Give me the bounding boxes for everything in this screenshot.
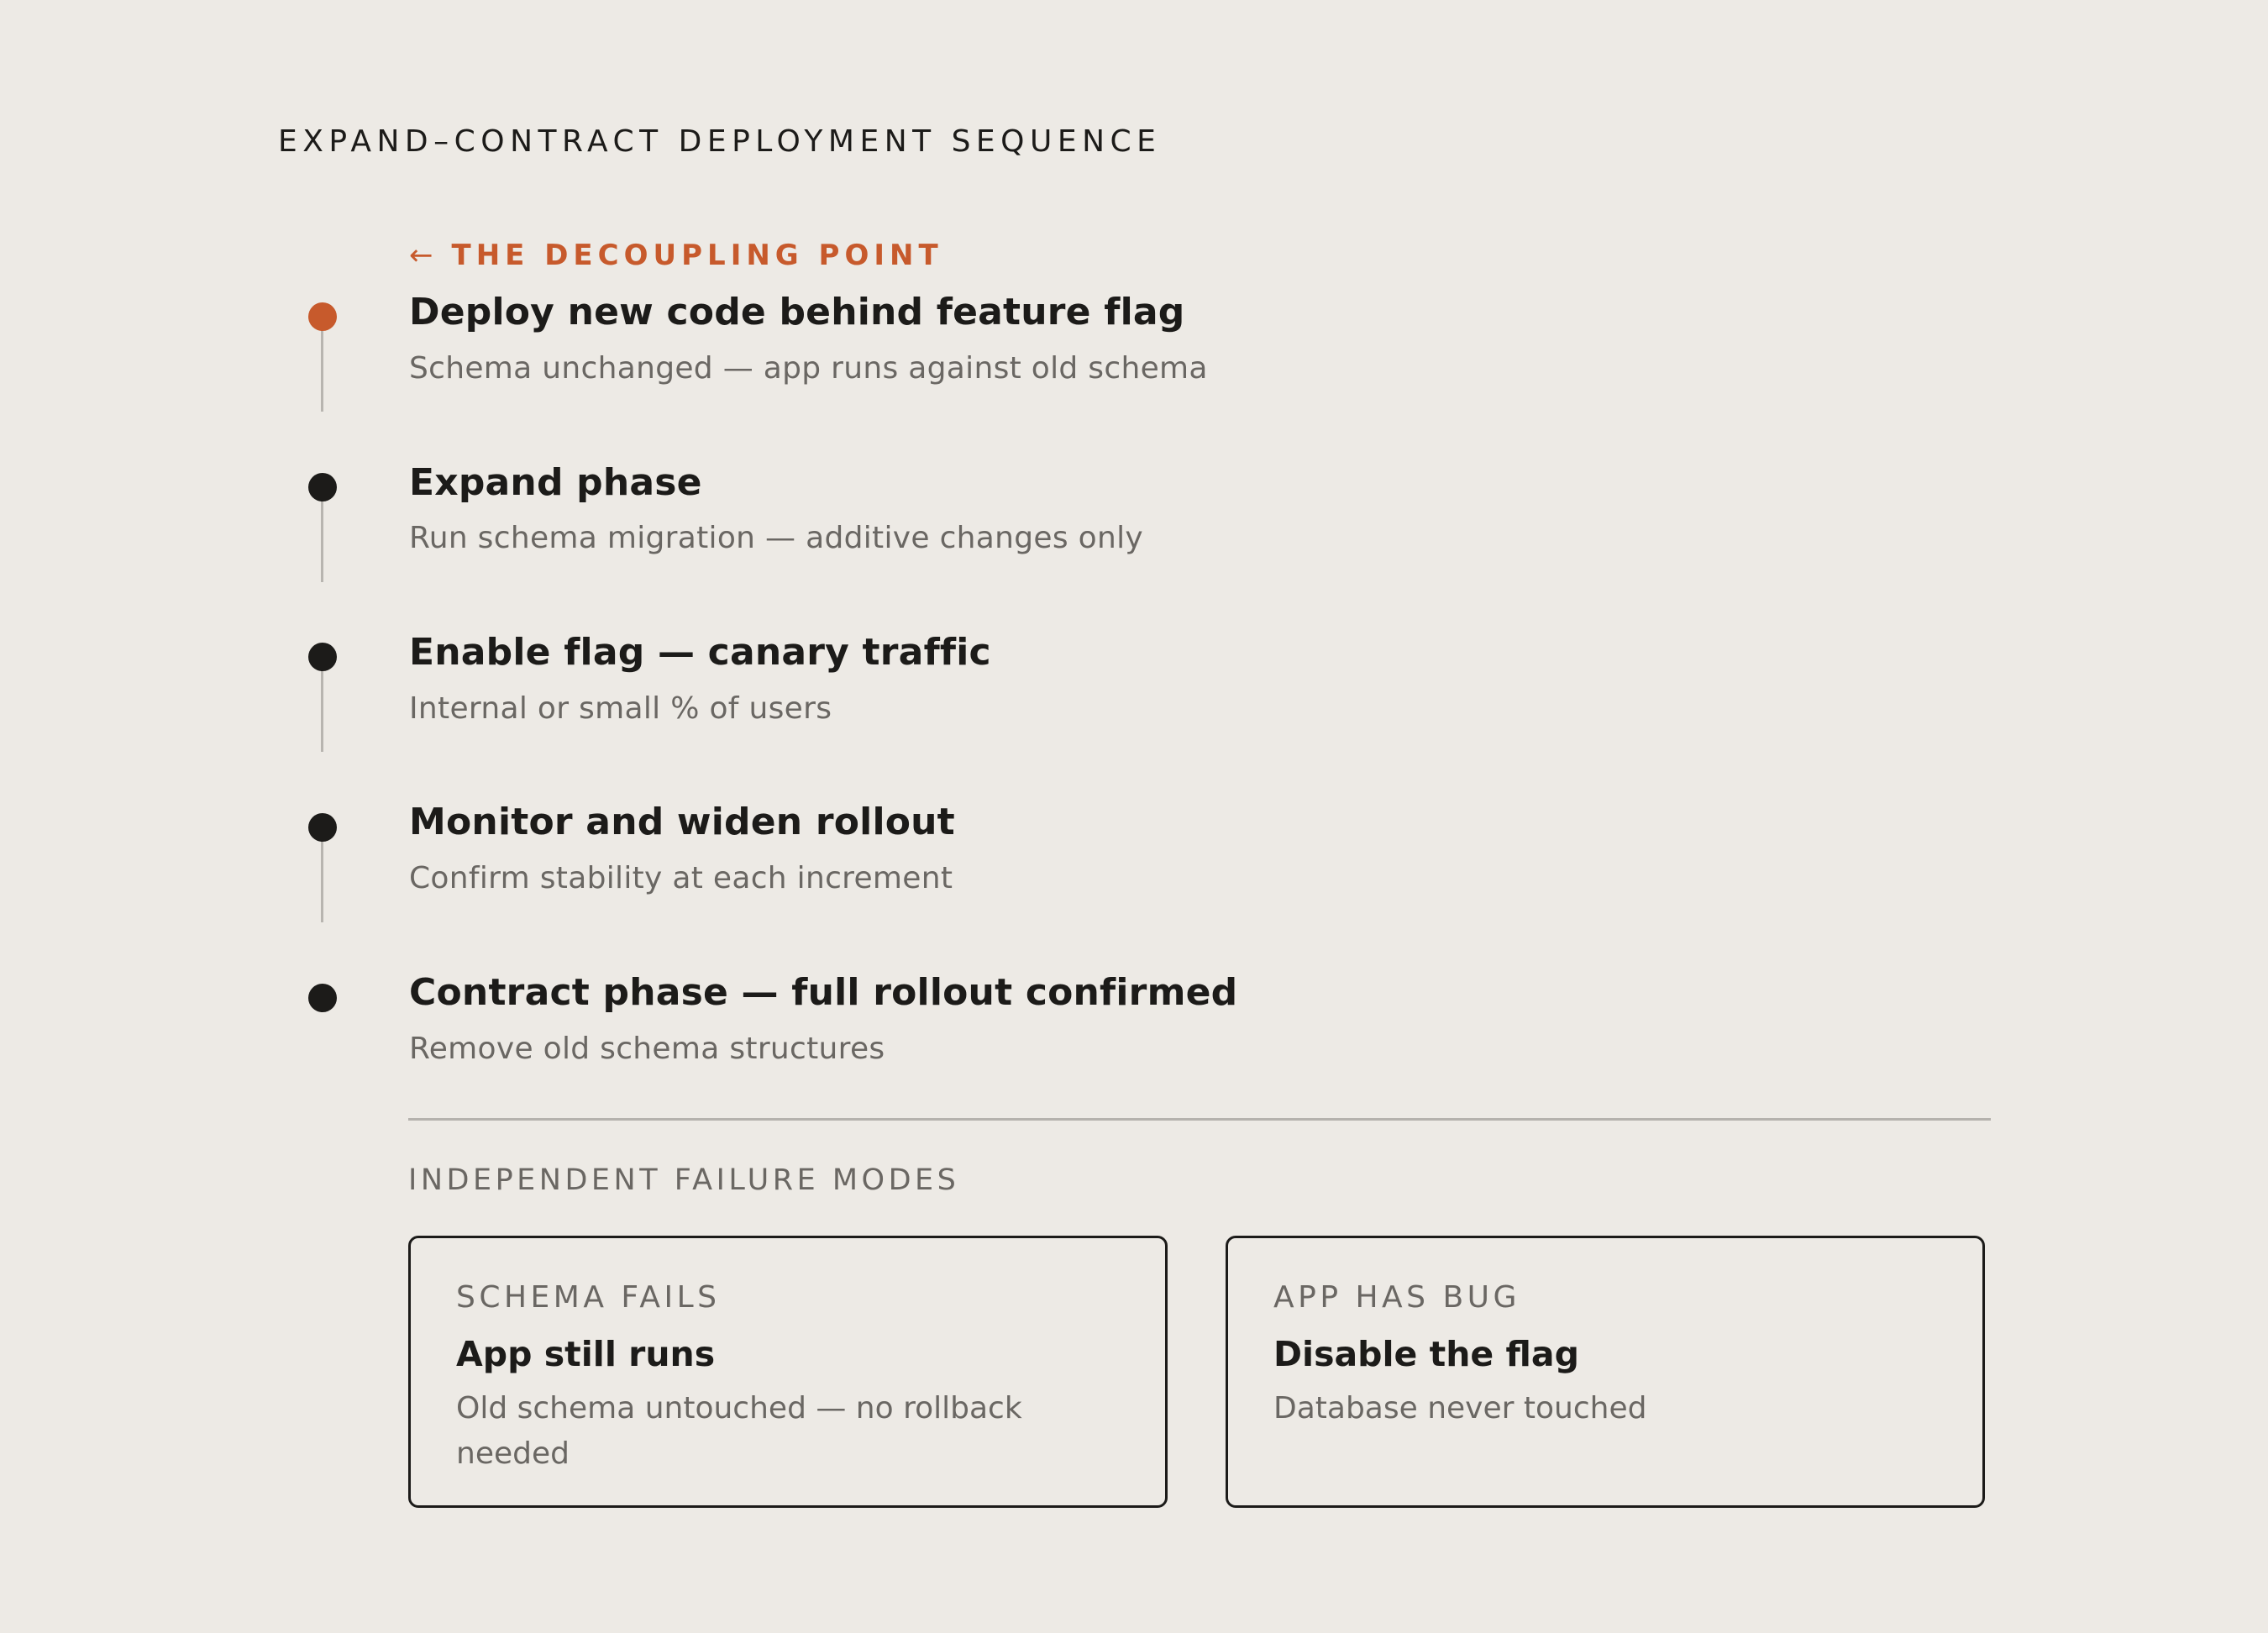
step-description: Remove old schema structures — [409, 1032, 885, 1066]
step-connector — [321, 671, 323, 752]
card-label: APP HAS BUG — [1273, 1280, 1520, 1315]
step-connector — [321, 842, 323, 922]
step-marker-accent — [308, 302, 337, 331]
divider — [408, 1118, 1991, 1121]
step-title: Deploy new code behind feature flag — [409, 291, 1185, 333]
decoupling-point-callout: ← THE DECOUPLING POINT — [409, 239, 943, 272]
step-description: Internal or small % of users — [409, 691, 832, 726]
step-description: Confirm stability at each increment — [409, 861, 953, 895]
step-description: Run schema migration — additive changes … — [409, 521, 1144, 555]
arrow-left-icon: ← — [409, 239, 433, 272]
card-description: Old schema untouched — no rollback neede… — [456, 1391, 1022, 1471]
step-marker — [308, 643, 337, 671]
card-title: App still runs — [456, 1334, 716, 1374]
page-title: EXPAND–CONTRACT DEPLOYMENT SEQUENCE — [278, 124, 1162, 159]
step-marker — [308, 984, 337, 1012]
card-description: Database never touched — [1273, 1391, 1647, 1426]
failure-modes-heading: INDEPENDENT FAILURE MODES — [408, 1163, 960, 1197]
step-connector — [321, 501, 323, 582]
step-description: Schema unchanged — app runs against old … — [409, 351, 1208, 386]
step-title: Contract phase — full rollout confirmed — [409, 971, 1238, 1014]
failure-mode-card-app: APP HAS BUG Disable the flag Database ne… — [1226, 1236, 1985, 1508]
step-marker — [308, 813, 337, 842]
failure-mode-card-schema: SCHEMA FAILS App still runs Old schema u… — [408, 1236, 1168, 1508]
step-title: Expand phase — [409, 461, 702, 504]
card-title: Disable the flag — [1273, 1334, 1579, 1374]
step-connector — [321, 331, 323, 412]
step-title: Enable flag — canary traffic — [409, 631, 991, 674]
page: EXPAND–CONTRACT DEPLOYMENT SEQUENCE ← THE… — [0, 0, 2268, 1633]
callout-label: THE DECOUPLING POINT — [451, 239, 943, 272]
step-marker — [308, 473, 337, 501]
step-title: Monitor and widen rollout — [409, 801, 955, 843]
card-label: SCHEMA FAILS — [456, 1280, 721, 1315]
